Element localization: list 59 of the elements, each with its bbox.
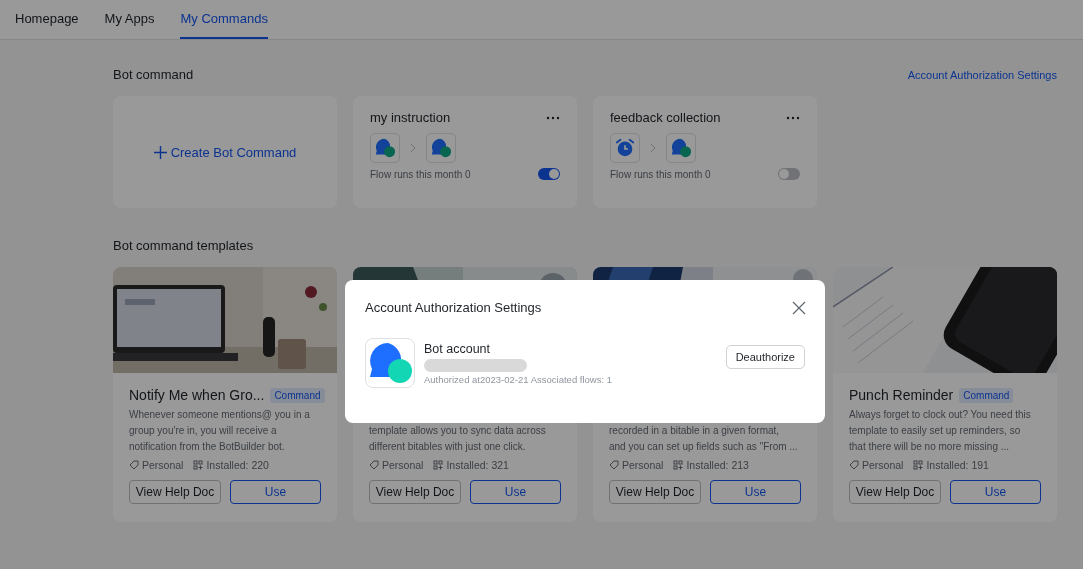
grid-icon xyxy=(433,460,444,470)
install-count: Installed: 213 xyxy=(686,459,749,471)
template-description: template allows you to sync data across different bitables with just one click. xyxy=(369,424,547,454)
run-count: Flow runs this month 0 xyxy=(370,168,471,180)
command-card[interactable]: my instruction Flow runs this month 0 xyxy=(353,96,577,208)
use-button[interactable]: Use xyxy=(470,480,561,504)
command-tag: Command xyxy=(959,387,1014,403)
create-label: Create Bot Command xyxy=(170,144,297,160)
use-button[interactable]: Use xyxy=(230,480,321,504)
scope-label: Personal xyxy=(862,459,904,471)
template-title: Punch Reminder xyxy=(849,387,954,403)
settings-link[interactable]: Account Authorization Settings xyxy=(907,68,1057,81)
help-doc-button[interactable]: View Help Doc xyxy=(609,480,701,504)
use-button[interactable]: Use xyxy=(710,480,801,504)
template-title: Notify Me when Gro... xyxy=(129,387,265,403)
more-icon[interactable] xyxy=(546,115,560,120)
command-name: feedback collection xyxy=(610,110,721,125)
more-icon[interactable] xyxy=(786,115,800,120)
scope-label: Personal xyxy=(622,459,664,471)
template-description: recorded in a bitable in a given format, and you can set up fields such as "From ... xyxy=(609,424,799,454)
template-description: Whenever someone mentions@ you in a group you're in, you will receive a notification from the BotBuilder bot. xyxy=(129,408,311,454)
install-count: Installed: 220 xyxy=(206,459,269,471)
help-doc-button[interactable]: View Help Doc xyxy=(369,480,461,504)
tag-icon xyxy=(369,460,379,470)
chevron-icon xyxy=(650,143,656,153)
grid-icon xyxy=(913,460,924,470)
help-doc-button[interactable]: View Help Doc xyxy=(849,480,941,504)
close-icon[interactable] xyxy=(792,300,806,315)
tag-icon xyxy=(129,460,139,470)
toggle-switch[interactable] xyxy=(538,168,560,180)
nav-tab[interactable]: My Commands xyxy=(180,0,268,39)
scope-label: Personal xyxy=(142,459,184,471)
account-name: Bot account xyxy=(424,341,491,356)
use-button[interactable]: Use xyxy=(950,480,1041,504)
account-meta: Authorized at2023-02-21 Associated flows: 1 xyxy=(424,373,613,385)
create-command-card[interactable]: Create Bot Command xyxy=(113,96,337,208)
deauthorize-button[interactable]: Deauthorize xyxy=(725,345,805,369)
install-count: Installed: 191 xyxy=(926,459,989,471)
bot-avatar xyxy=(365,338,415,388)
template-description: Always forget to clock out? You need this template to easily set up reminders, so that there will be no more missing ... xyxy=(849,408,1032,454)
nav-tab[interactable]: Homepage xyxy=(15,0,79,39)
chevron-icon xyxy=(410,143,416,153)
help-doc-button[interactable]: View Help Doc xyxy=(129,480,221,504)
section-title: Bot command templates xyxy=(113,238,254,253)
plus-icon xyxy=(153,145,167,159)
nav-tab[interactable]: My Apps xyxy=(104,0,155,39)
toggle-switch[interactable] xyxy=(778,168,800,180)
install-count: Installed: 321 xyxy=(446,459,509,471)
grid-icon xyxy=(193,460,204,470)
dialog-title: Account Authorization Settings xyxy=(365,300,542,315)
command-name: my instruction xyxy=(370,110,451,125)
tag-icon xyxy=(849,460,859,470)
command-card[interactable]: feedback collection Flow runs this month 0 xyxy=(593,96,817,208)
run-count: Flow runs this month 0 xyxy=(610,168,711,180)
tag-icon xyxy=(609,460,619,470)
command-tag: Command xyxy=(270,387,325,403)
grid-icon xyxy=(673,460,684,470)
section-title: Bot command xyxy=(113,67,194,82)
scope-label: Personal xyxy=(382,459,424,471)
